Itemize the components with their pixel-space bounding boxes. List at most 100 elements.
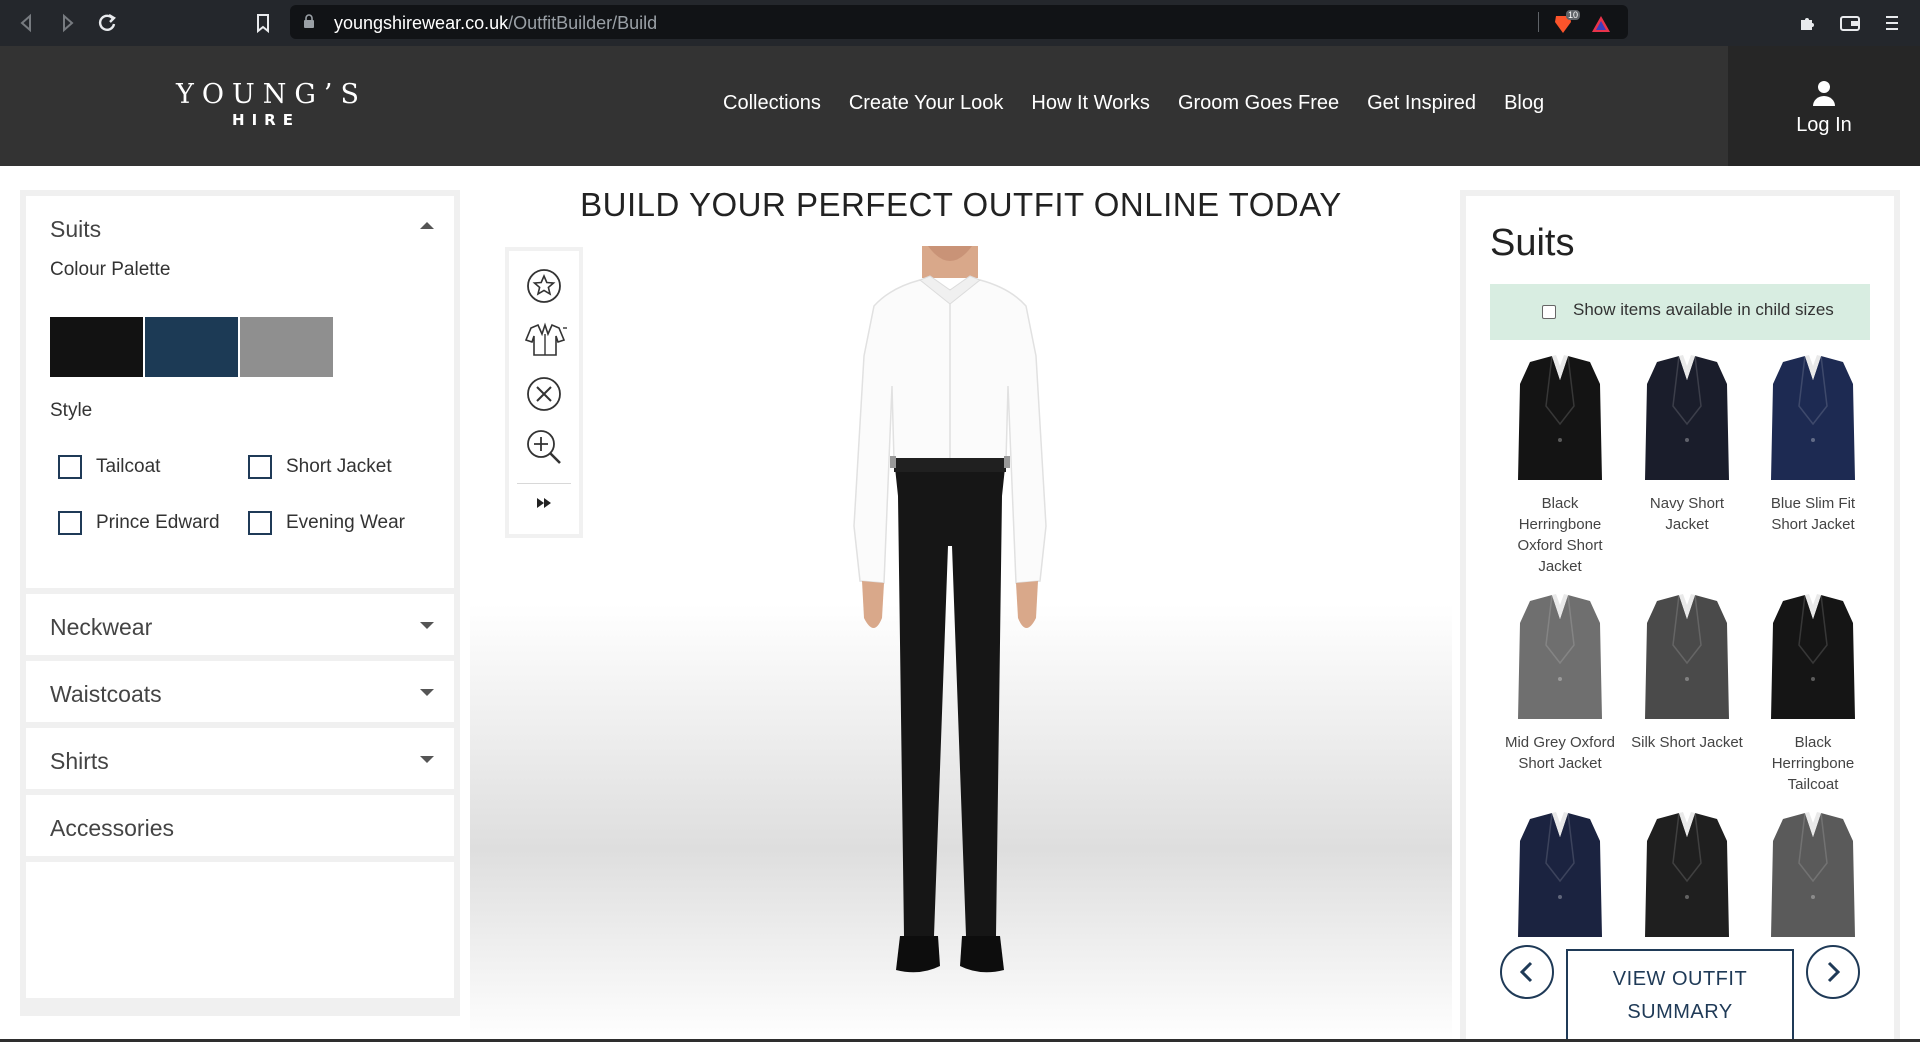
tailcoat-label: Tailcoat	[96, 456, 161, 477]
main-nav: Collections Create Your Look How It Work…	[723, 92, 1544, 115]
product-name: Mid Grey Oxford Short Jacket	[1504, 734, 1616, 772]
product-name: Black Herringbone Oxford Short Jacket	[1517, 495, 1603, 575]
short-jacket-label: Short Jacket	[286, 456, 392, 477]
brave-badge: 10	[1566, 10, 1581, 20]
address-bar[interactable]: youngshirewear.co.uk/OutfitBuilder/Build…	[290, 5, 1628, 39]
style-option-evening-wear[interactable]: Evening Wear	[248, 511, 405, 535]
nav-get-inspired[interactable]: Get Inspired	[1367, 92, 1476, 115]
product-card[interactable]	[1753, 811, 1873, 950]
jacket-image	[1771, 355, 1855, 480]
waistcoats-filter-section[interactable]: Waistcoats	[26, 661, 454, 722]
product-card[interactable]: Mid Grey Oxford Short Jacket	[1500, 593, 1620, 774]
product-name: Black Herringbone Tailcoat	[1771, 734, 1855, 793]
chevron-down-icon	[420, 622, 434, 629]
login-label: Log In	[1796, 114, 1852, 136]
product-card[interactable]	[1500, 811, 1620, 950]
wallet-icon[interactable]	[1838, 11, 1862, 35]
product-card[interactable]: Navy Short Jacket	[1627, 354, 1747, 535]
fast-forward-icon[interactable]	[536, 495, 552, 511]
prince-edward-checkbox[interactable]	[58, 511, 82, 535]
jacket-image	[1645, 594, 1729, 719]
product-panel: Suits Show items available in child size…	[1460, 190, 1900, 1042]
chevron-down-icon	[420, 756, 434, 763]
next-button[interactable]	[1806, 945, 1860, 999]
bookmark-icon[interactable]	[250, 10, 276, 36]
jacket-image	[1518, 355, 1602, 480]
jacket-image	[1645, 355, 1729, 480]
lock-icon	[304, 14, 314, 28]
page-title: BUILD YOUR PERFECT OUTFIT ONLINE TODAY	[580, 186, 1342, 223]
evening-wear-checkbox[interactable]	[248, 511, 272, 535]
url-domain: youngshirewear.co.uk	[334, 13, 509, 33]
accessories-filter-section[interactable]: Accessories	[26, 795, 454, 856]
close-circle-icon[interactable]	[526, 376, 562, 412]
product-card[interactable]: Black Herringbone Tailcoat	[1753, 593, 1873, 795]
extensions-icon[interactable]	[1796, 11, 1820, 35]
colour-swatches	[50, 317, 333, 377]
browser-toolbar: youngshirewear.co.uk/OutfitBuilder/Build…	[0, 0, 1920, 46]
view-outfit-summary-button[interactable]: VIEW OUTFIT SUMMARY	[1566, 949, 1794, 1042]
accessories-title: Accessories	[50, 815, 174, 841]
filter-panel: Suits Colour Palette Style Tailcoat Shor…	[20, 190, 460, 1016]
tailcoat-checkbox[interactable]	[58, 455, 82, 479]
jacket-image	[1518, 812, 1602, 937]
shirts-filter-section[interactable]: Shirts	[26, 728, 454, 789]
previous-button[interactable]	[1500, 945, 1554, 999]
brave-shield-icon[interactable]: 10	[1552, 10, 1581, 35]
swatch-grey[interactable]	[240, 317, 333, 377]
back-icon[interactable]	[14, 10, 40, 36]
nav-blog[interactable]: Blog	[1504, 92, 1544, 115]
jacket-icon[interactable]	[523, 322, 567, 358]
logo-main-text: YOUNG’S	[176, 79, 367, 110]
url-separator	[1538, 12, 1539, 32]
suits-filter-body: Colour Palette Style Tailcoat Short Jack…	[26, 257, 454, 588]
product-card[interactable]	[1627, 811, 1747, 950]
nav-groom-goes-free[interactable]: Groom Goes Free	[1178, 92, 1339, 115]
suits-filter-section: Suits Colour Palette Style Tailcoat Shor…	[26, 196, 454, 588]
chevron-right-icon	[1827, 961, 1841, 983]
menu-icon[interactable]	[1880, 11, 1904, 35]
product-card[interactable]: Black Herringbone Oxford Short Jacket	[1500, 354, 1620, 577]
swatch-black[interactable]	[50, 317, 143, 377]
product-panel-title: Suits	[1490, 222, 1575, 264]
outfit-toolbar	[505, 247, 583, 538]
brave-rewards-icon[interactable]	[1590, 13, 1612, 35]
reload-icon[interactable]	[94, 10, 120, 36]
zoom-in-icon[interactable]	[526, 429, 562, 465]
product-name: Silk Short Jacket	[1631, 734, 1743, 751]
chevron-left-icon	[1519, 961, 1533, 983]
user-icon	[1813, 81, 1835, 106]
evening-wear-label: Evening Wear	[286, 512, 405, 533]
style-option-tailcoat[interactable]: Tailcoat	[58, 455, 160, 479]
neckwear-filter-section[interactable]: Neckwear	[26, 594, 454, 655]
style-label: Style	[50, 400, 93, 421]
style-option-prince-edward[interactable]: Prince Edward	[58, 511, 220, 535]
jacket-image	[1771, 594, 1855, 719]
child-sizes-toggle[interactable]: Show items available in child sizes	[1490, 284, 1870, 340]
prince-edward-label: Prince Edward	[96, 512, 220, 533]
short-jacket-checkbox[interactable]	[248, 455, 272, 479]
nav-how-it-works[interactable]: How It Works	[1031, 92, 1150, 115]
product-name: Blue Slim Fit Short Jacket	[1770, 495, 1856, 533]
suits-filter-title: Suits	[50, 216, 102, 242]
swatch-navy[interactable]	[145, 317, 238, 377]
login-button[interactable]: Log In	[1728, 46, 1920, 166]
outfit-model-image	[853, 246, 1047, 973]
product-card[interactable]: Silk Short Jacket	[1627, 593, 1747, 753]
product-name: Navy Short Jacket	[1649, 495, 1725, 533]
forward-icon[interactable]	[54, 10, 80, 36]
product-card[interactable]: Blue Slim Fit Short Jacket	[1753, 354, 1873, 535]
jacket-image	[1645, 812, 1729, 937]
nav-collections[interactable]: Collections	[723, 92, 821, 115]
chevron-up-icon	[420, 222, 434, 229]
nav-create-your-look[interactable]: Create Your Look	[849, 92, 1004, 115]
style-option-short-jacket[interactable]: Short Jacket	[248, 455, 392, 479]
star-icon[interactable]	[526, 268, 562, 304]
site-logo[interactable]: YOUNG’S HIRE	[176, 79, 367, 130]
suits-filter-header[interactable]: Suits	[26, 196, 454, 257]
jacket-image	[1771, 812, 1855, 937]
toolbar-divider	[517, 483, 571, 484]
chevron-down-icon	[420, 689, 434, 696]
child-sizes-checkbox[interactable]	[1542, 305, 1556, 319]
jacket-image	[1518, 594, 1602, 719]
